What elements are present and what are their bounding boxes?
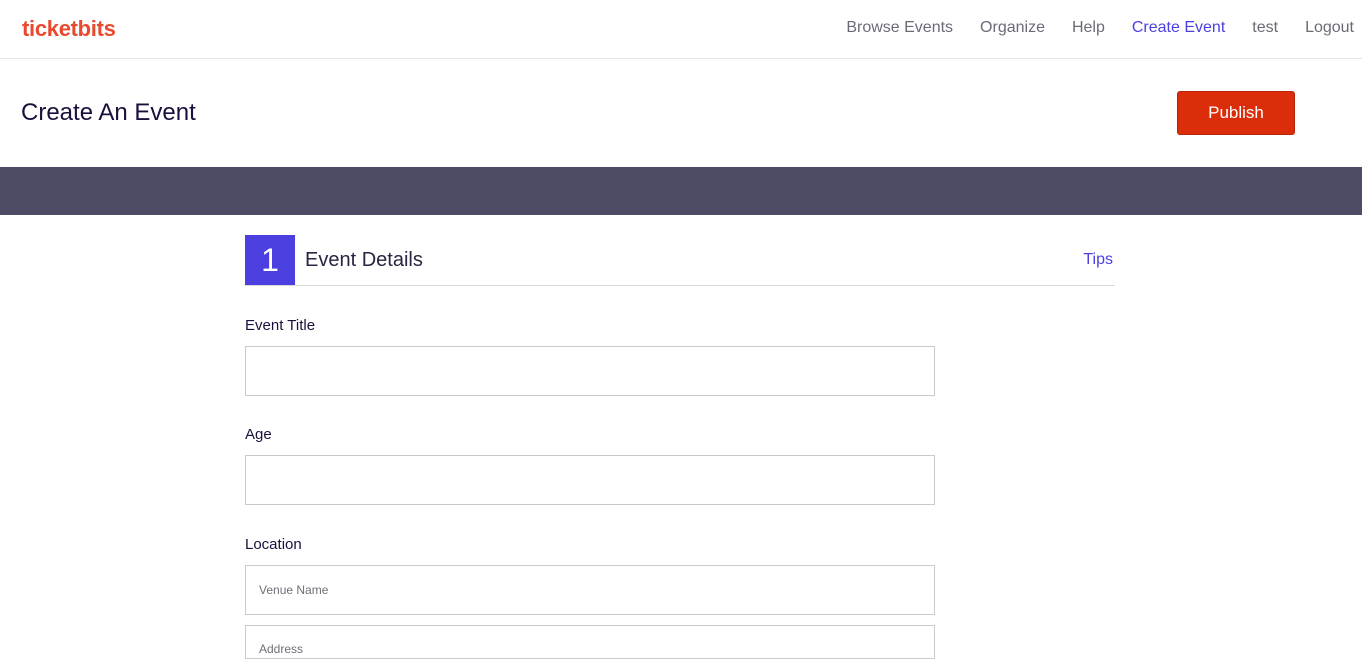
page-header: Create An Event Publish xyxy=(0,59,1362,167)
publish-button[interactable]: Publish xyxy=(1177,91,1295,135)
event-title-input[interactable] xyxy=(245,346,935,396)
top-navigation-bar: ticketbits Browse Events Organize Help C… xyxy=(0,0,1362,59)
nav-help[interactable]: Help xyxy=(1072,19,1105,37)
age-input[interactable] xyxy=(245,455,935,505)
section-header: 1 Event Details Tips xyxy=(245,235,1115,286)
section-title: Event Details xyxy=(305,249,423,271)
ticketbits-logo[interactable]: ticketbits xyxy=(22,16,116,42)
age-label: Age xyxy=(245,426,272,443)
main-nav: Browse Events Organize Help Create Event… xyxy=(819,19,1354,37)
venue-name-input[interactable] xyxy=(245,565,935,615)
nav-logout[interactable]: Logout xyxy=(1305,19,1354,37)
event-details-section: 1 Event Details Tips Event Title Age Loc… xyxy=(245,235,1115,659)
nav-create-event[interactable]: Create Event xyxy=(1132,19,1225,37)
nav-browse-events[interactable]: Browse Events xyxy=(846,19,953,37)
step-number-badge: 1 xyxy=(245,235,295,285)
nav-user-account[interactable]: test xyxy=(1252,19,1278,37)
page-title: Create An Event xyxy=(21,99,196,126)
location-label: Location xyxy=(245,536,302,553)
address-input[interactable] xyxy=(245,625,935,659)
tips-link[interactable]: Tips xyxy=(1083,251,1113,269)
event-title-label: Event Title xyxy=(245,317,316,334)
nav-organize[interactable]: Organize xyxy=(980,19,1045,37)
header-band xyxy=(0,167,1362,215)
